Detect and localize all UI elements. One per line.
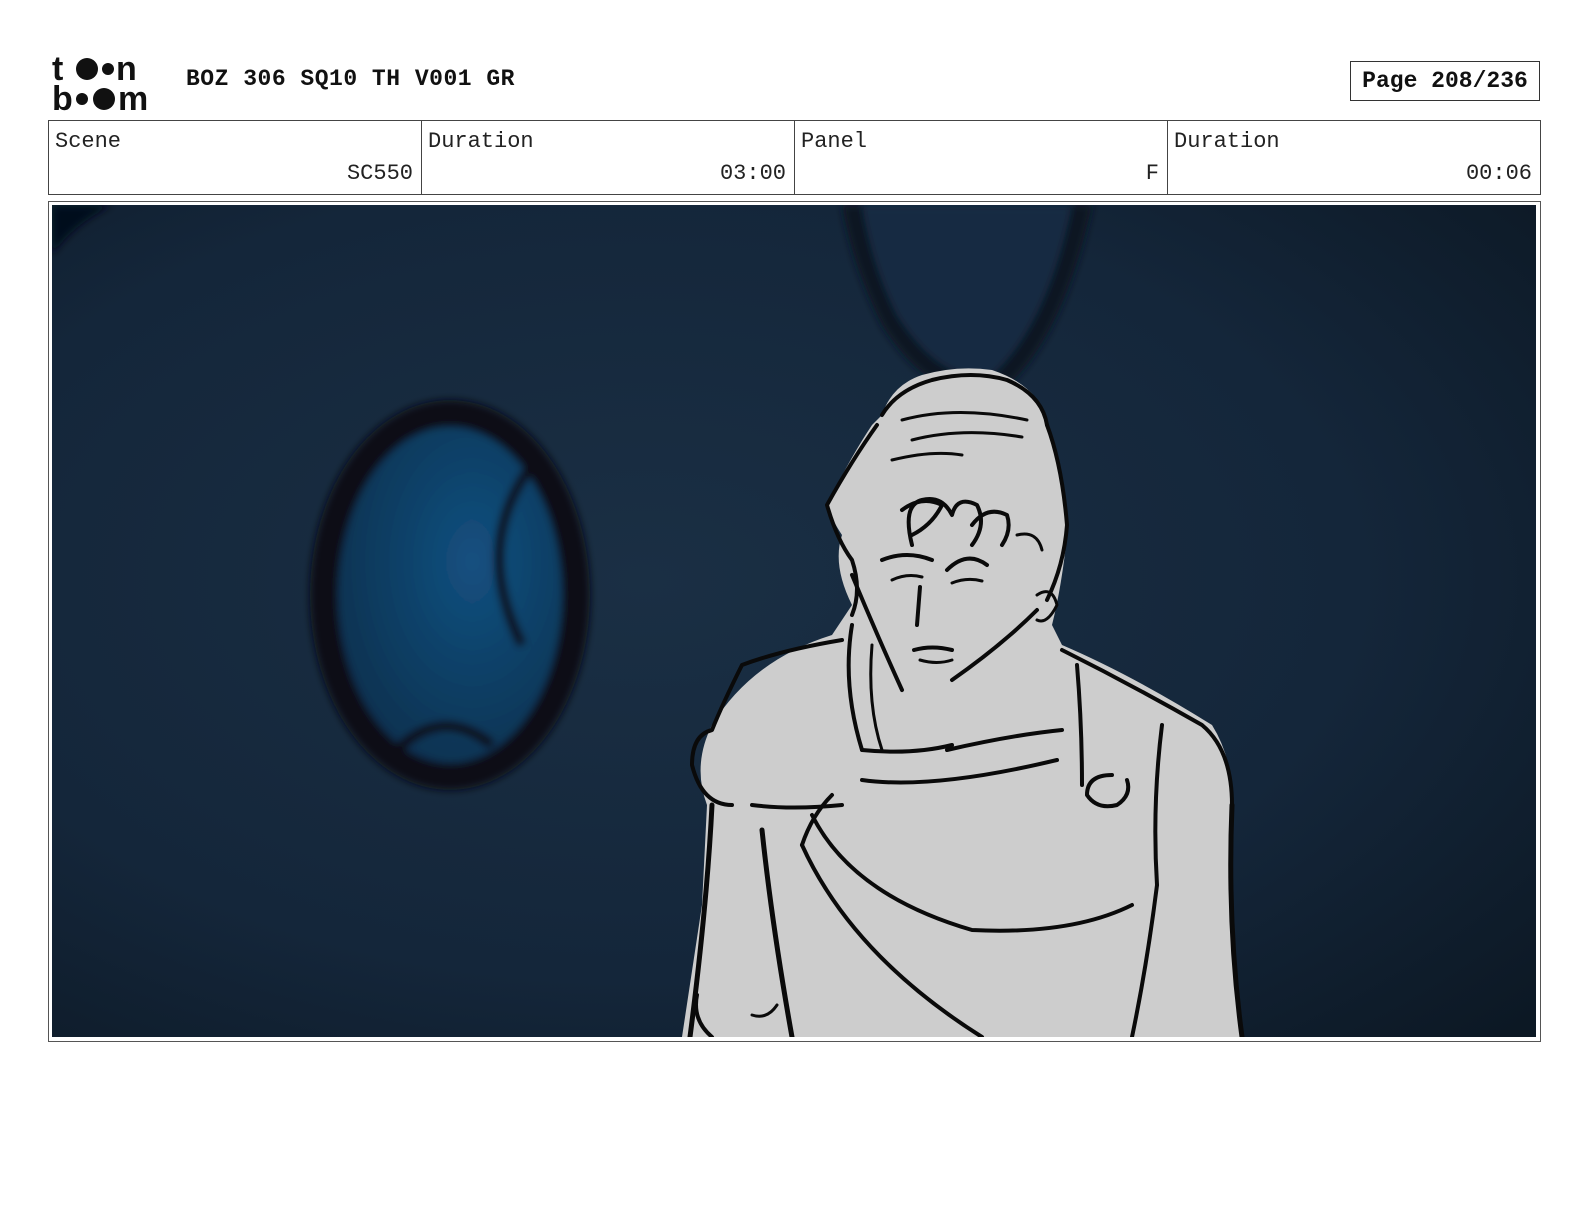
page-number: Page 208/236 <box>1350 61 1540 101</box>
porthole <box>310 400 590 790</box>
toon-boom-logo: t n b m <box>52 52 164 114</box>
panel-duration-value: 00:06 <box>1465 161 1532 186</box>
scene-value: SC550 <box>346 161 413 186</box>
scene-duration-value: 03:00 <box>719 161 786 186</box>
info-table: Scene SC550 Duration 03:00 Panel F Durat… <box>48 120 1541 195</box>
panel-label: Panel <box>801 129 868 154</box>
document-title: BOZ 306 SQ10 TH V001 GR <box>186 66 515 92</box>
scene-label: Scene <box>55 129 122 154</box>
scene-duration-cell: Duration 03:00 <box>422 121 795 194</box>
storyboard-panel-image <box>52 205 1536 1037</box>
scene-cell: Scene SC550 <box>49 121 422 194</box>
panel-duration-cell: Duration 00:06 <box>1168 121 1540 194</box>
panel-value: F <box>1145 161 1159 186</box>
svg-text:m: m <box>118 80 148 114</box>
panel-duration-label: Duration <box>1174 129 1280 154</box>
panel-cell: Panel F <box>795 121 1168 194</box>
storyboard-panel-frame <box>48 201 1541 1042</box>
svg-text:b: b <box>52 80 73 114</box>
scene-duration-label: Duration <box>428 129 534 154</box>
